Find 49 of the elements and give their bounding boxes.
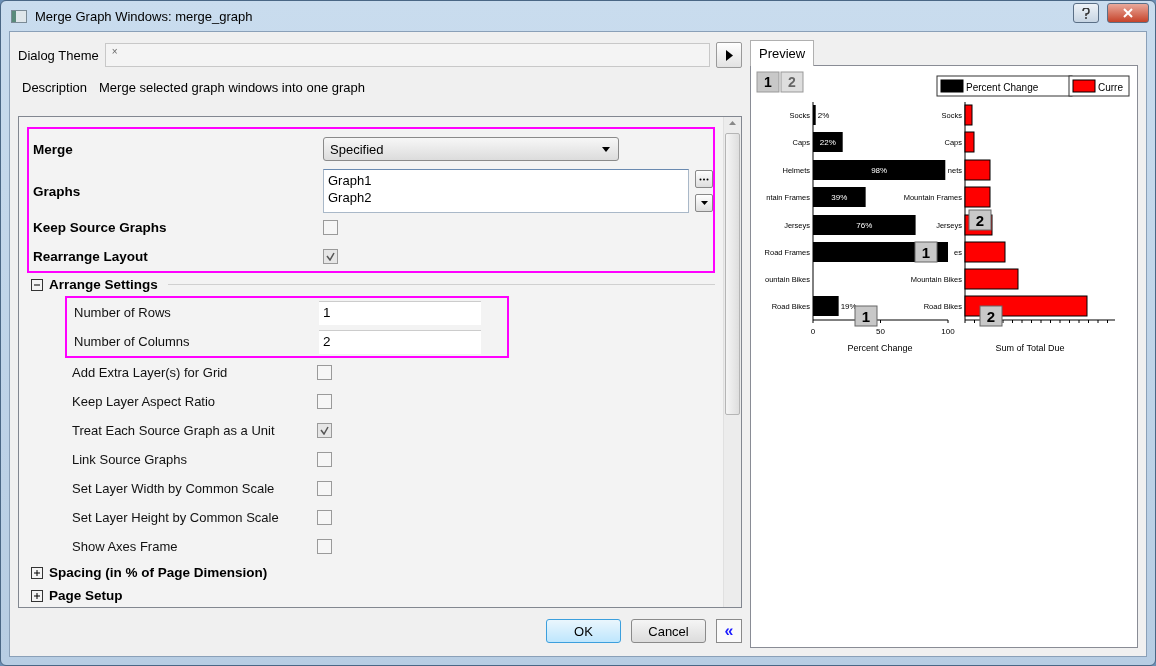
layer-badge: 2 [979, 305, 1003, 327]
list-entry: Graph1 [328, 172, 373, 189]
group-header[interactable]: Arrange Settings [49, 277, 158, 292]
property-label: Link Source Graphs [71, 452, 188, 467]
description-text: Merge selected graph windows into one graph [99, 79, 365, 95]
property-label: Rearrange Layout [32, 249, 149, 264]
dropdown-value: Specified [330, 141, 384, 157]
theme-field[interactable]: × [104, 43, 710, 67]
merge-dropdown[interactable]: Specified [323, 137, 619, 161]
number-field[interactable]: 2 [319, 329, 481, 354]
property-label: Number of Columns [73, 334, 191, 349]
axis-title: Percent Change [847, 343, 913, 353]
graphs-field[interactable]: Graph1 Graph2 [323, 169, 689, 213]
collapse-button[interactable]: « [716, 619, 742, 643]
tick-label: 50 [876, 327, 885, 336]
page-button[interactable]: 1 [756, 71, 780, 93]
property-label: Show Axes Frame [71, 539, 179, 554]
property-label: Keep Source Graphs [32, 220, 168, 235]
cancel-button[interactable]: Cancel [631, 619, 706, 643]
group-header[interactable]: Page Setup [49, 588, 123, 603]
tick-label: 100 [941, 327, 955, 336]
tick-label: 0 [810, 327, 816, 336]
ok-button[interactable]: OK [546, 619, 621, 643]
layer-badge: 2 [968, 209, 992, 231]
property-label: Keep Layer Aspect Ratio [71, 394, 217, 409]
legend-entry: Curre [1068, 75, 1130, 97]
property-label: Set Layer Width by Common Scale [71, 481, 276, 496]
axis-title: Sum of Total Due [995, 343, 1065, 353]
value-label: 19% [840, 302, 857, 311]
window-title: Merge Graph Windows: merge_graph [35, 8, 254, 24]
page-button[interactable]: 2 [780, 71, 804, 93]
property-label: Merge [32, 141, 74, 157]
property-label: Graphs [32, 183, 82, 199]
value-label: 98% [871, 166, 888, 175]
property-label: Add Extra Layer(s) for Grid [71, 365, 229, 380]
list-entry: Graph2 [328, 189, 373, 206]
layer-badge: 1 [914, 241, 938, 263]
property-label: Number of Rows [73, 305, 172, 320]
value-label: 39% [831, 193, 848, 202]
number-field[interactable]: 1 [319, 300, 481, 325]
group-header[interactable]: Spacing (in % of Page Dimension) [49, 565, 268, 580]
field-label: Dialog Theme [18, 47, 99, 63]
preview-tab[interactable]: Preview [750, 40, 815, 66]
value-label: 22% [819, 138, 836, 147]
property-label: Treat Each Source Graph as a Unit [71, 423, 276, 438]
property-label: Set Layer Height by Common Scale [71, 510, 280, 525]
value-label: 2% [817, 111, 830, 120]
field-label: Description [22, 79, 88, 95]
value-label: 76% [856, 221, 873, 230]
